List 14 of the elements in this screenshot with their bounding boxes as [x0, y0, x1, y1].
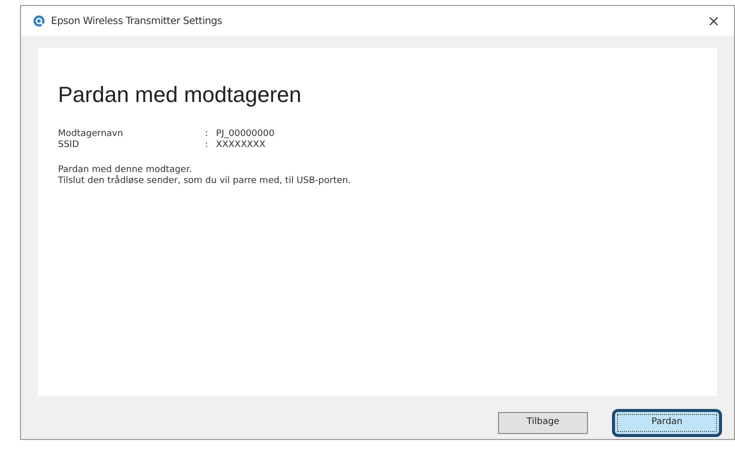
- dialog-button[interactable]: Tilbage: [498, 412, 588, 434]
- page-heading: Pardan med modtageren: [58, 81, 302, 109]
- field-label: SSID: [58, 140, 80, 151]
- field-label: Modtagernavn: [58, 129, 124, 140]
- instruction-text: Pardan med denne modtager.: [58, 165, 193, 175]
- field-value: PJ_00000000: [216, 129, 274, 140]
- separator: :: [205, 140, 208, 151]
- separator: :: [205, 129, 208, 140]
- close-button[interactable]: ×: [705, 14, 722, 28]
- window-title: Epson Wireless Transmitter Settings: [51, 14, 222, 28]
- instruction-text: Tilslut den trådløse sender, som du vil parre med, til USB-porten.: [58, 176, 352, 187]
- app-icon: [33, 15, 45, 27]
- dialog-button[interactable]: Pardan: [612, 409, 722, 437]
- field-value: XXXXXXXX: [216, 140, 266, 151]
